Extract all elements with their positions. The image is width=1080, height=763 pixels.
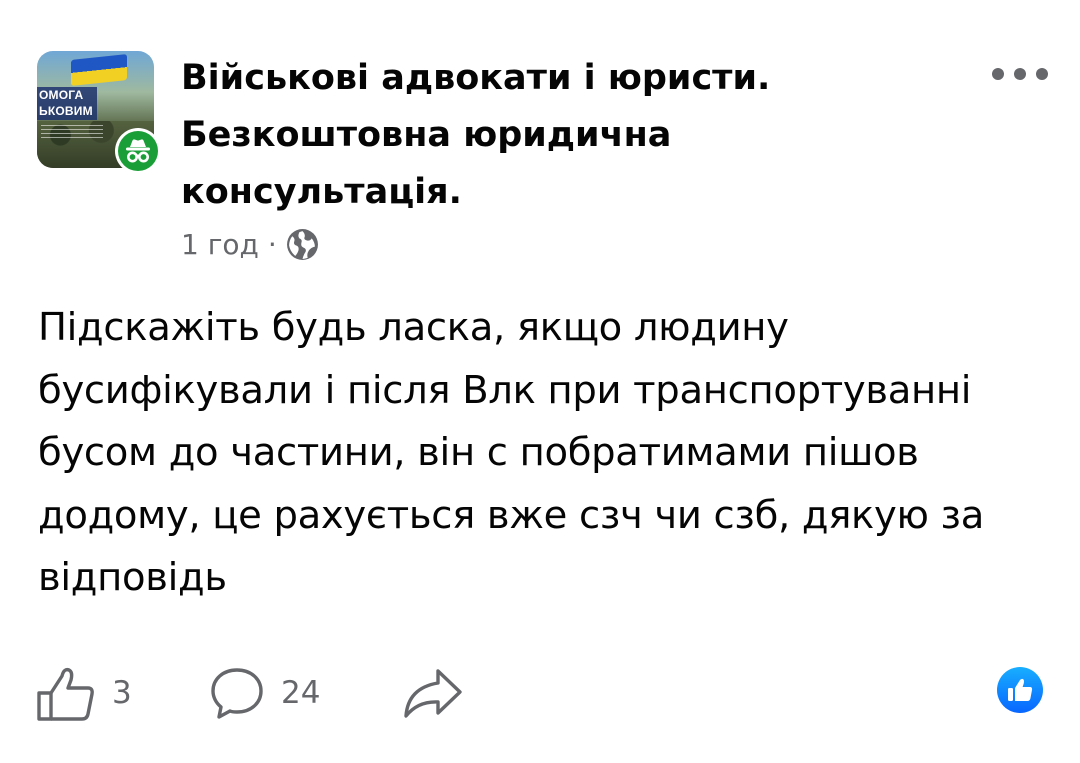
comment-count: 24 — [281, 675, 321, 711]
avatar-banner-text: ОМОГА ЬКОВИМ — [39, 87, 93, 119]
avatar-small-print — [41, 125, 103, 139]
comment-bubble-icon — [211, 668, 263, 719]
avatar-text-line2: ЬКОВИМ — [39, 104, 93, 118]
flag-image — [71, 54, 127, 86]
post-timestamp[interactable]: 1 год — [181, 228, 259, 261]
like-count: 3 — [112, 675, 132, 711]
group-avatar-container[interactable]: ОМОГА ЬКОВИМ — [37, 51, 161, 174]
more-dot — [1036, 68, 1048, 80]
share-arrow-icon — [404, 669, 462, 718]
like-reaction-icon — [997, 667, 1043, 713]
post-body-text: Підскажіть будь ласка, якщо людину бусиф… — [38, 305, 985, 600]
incognito-glyph — [126, 139, 150, 163]
anonymous-incognito-icon — [118, 131, 158, 171]
group-name-line3: консультація. — [181, 172, 462, 212]
meta-separator: · — [267, 227, 277, 261]
post-action-bar: 3 24 — [0, 660, 1080, 726]
group-name-line1: Військові адвокати і юристи. — [181, 58, 771, 98]
group-name-link[interactable]: Військові адвокати і юристи. Безкоштовна… — [181, 50, 901, 221]
group-name-line2: Безкоштовна юридична — [181, 115, 672, 155]
facebook-group-post: ОМОГА ЬКОВИМ Військові адвокати і юристи… — [0, 0, 1080, 763]
like-button[interactable]: 3 — [36, 660, 132, 726]
share-button[interactable] — [402, 660, 464, 726]
more-options-button[interactable] — [988, 60, 1052, 88]
comment-button[interactable]: 24 — [209, 660, 320, 726]
avatar-text-line1: ОМОГА — [39, 88, 84, 102]
reaction-summary[interactable] — [996, 666, 1044, 714]
thumbs-up-outline-icon — [37, 667, 94, 721]
anonymous-badge — [115, 128, 161, 174]
more-horizontal-icon — [992, 68, 1004, 80]
globe-icon — [286, 228, 318, 260]
post-meta: 1 год · — [181, 226, 319, 262]
like-reaction-glyph — [1008, 678, 1033, 701]
more-dot — [1014, 68, 1026, 80]
